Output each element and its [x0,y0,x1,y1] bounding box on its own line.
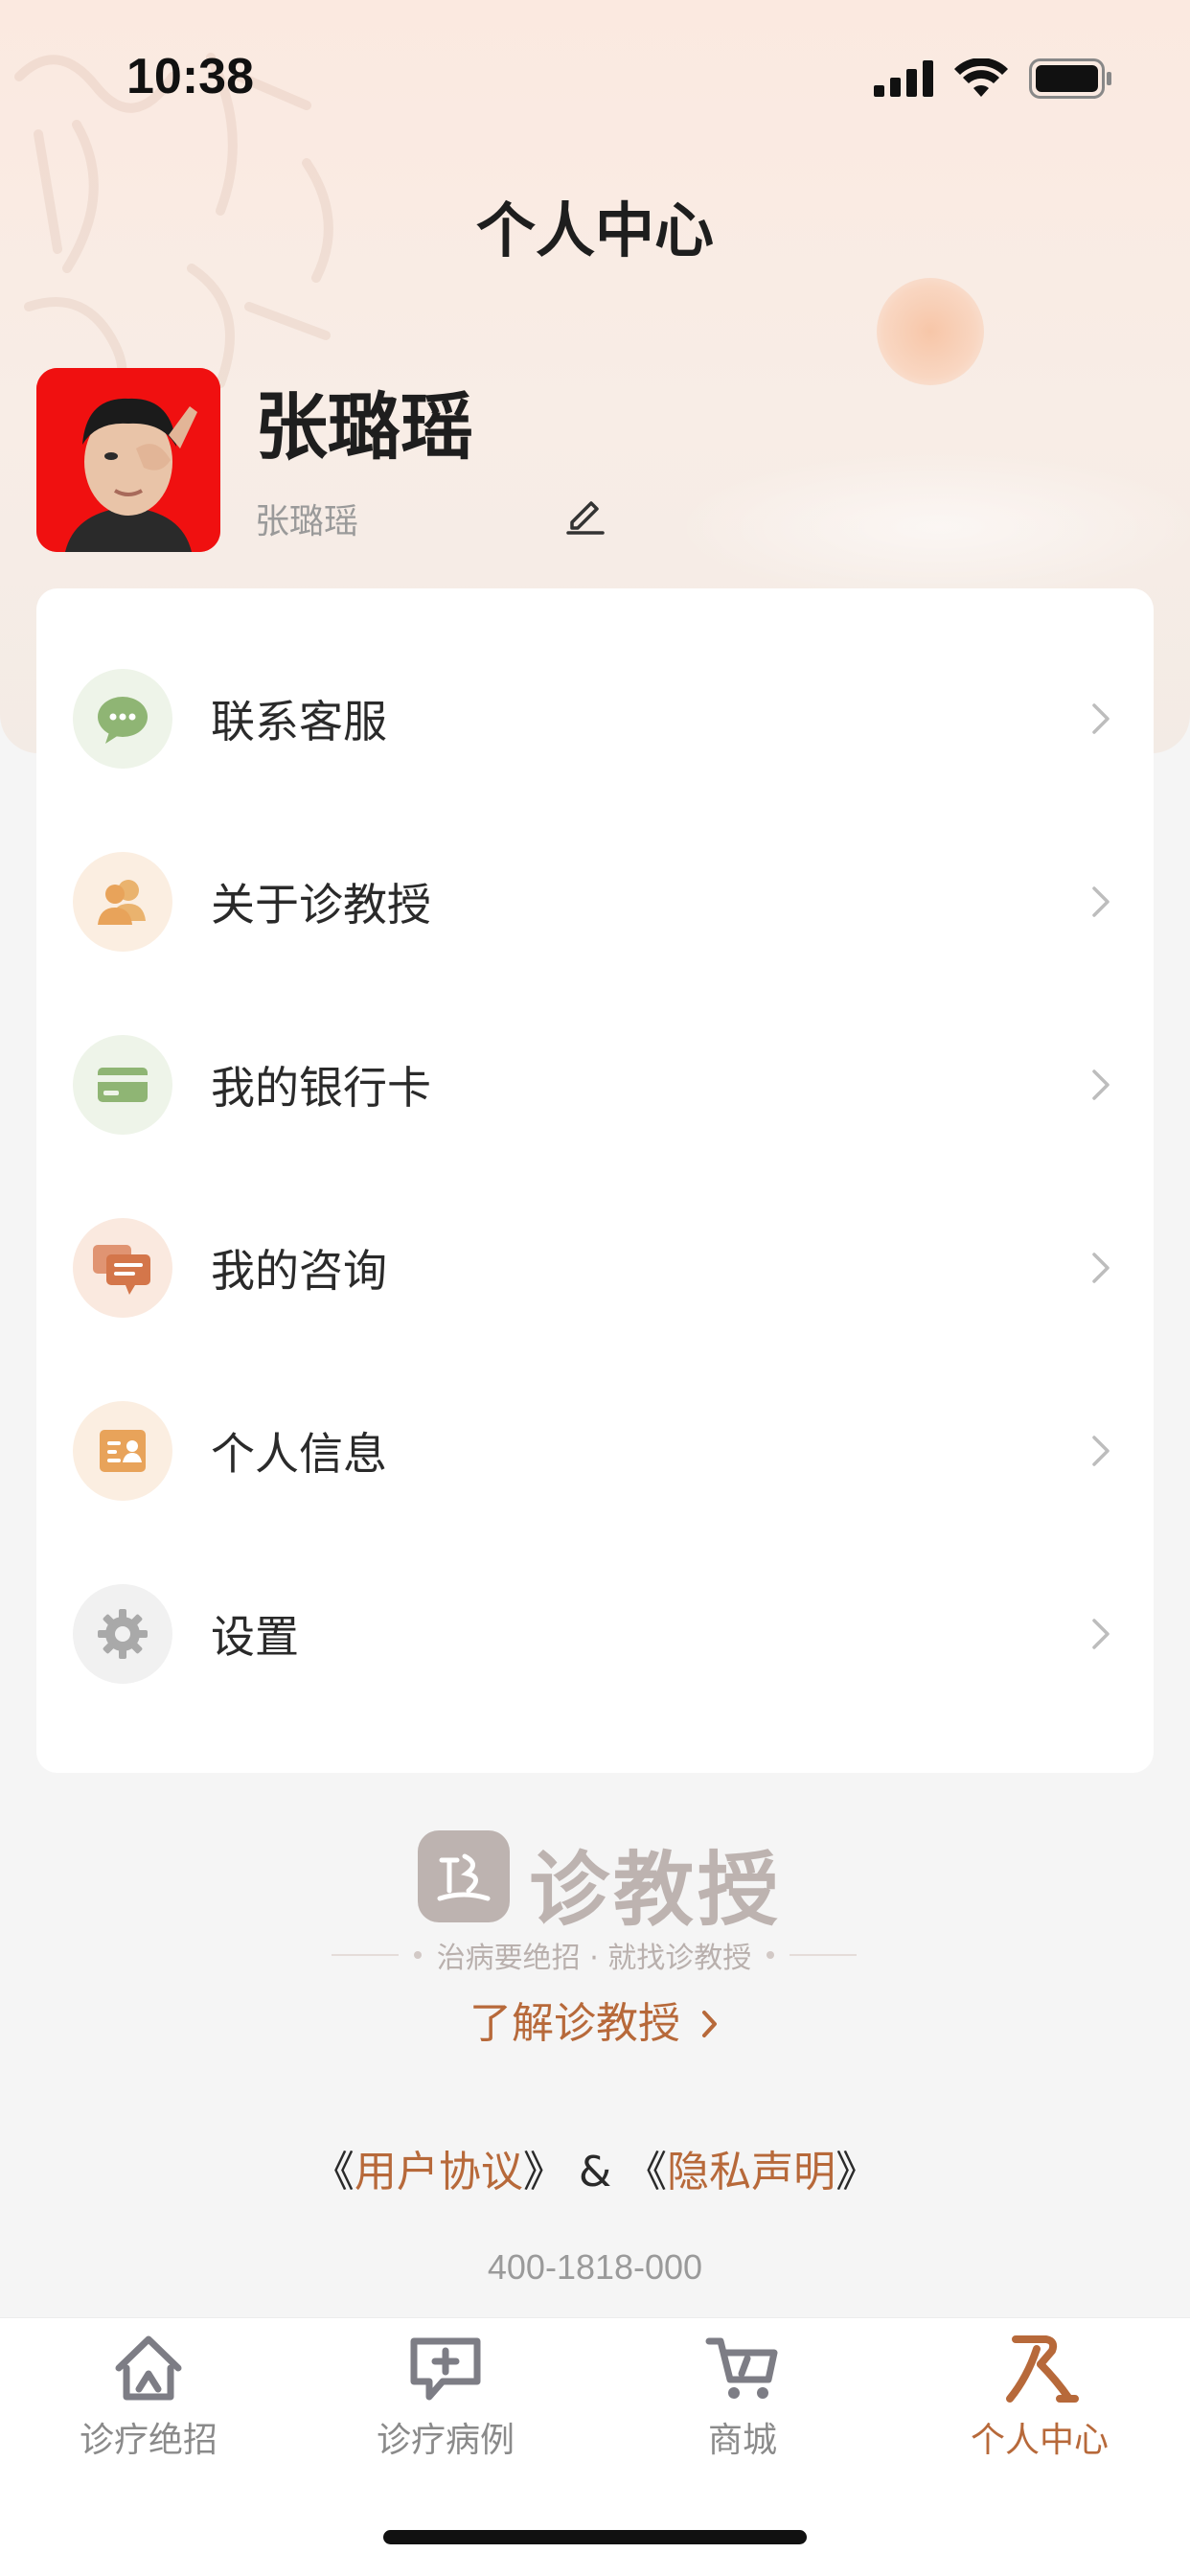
divider [331,1954,399,1956]
menu-label: 联系客服 [211,695,387,748]
wifi-icon [954,58,1008,97]
bank-card-icon [73,1034,172,1135]
tab-label: 个人中心 [970,2421,1109,2460]
tab-cases[interactable]: 诊疗病例 [297,2330,594,2483]
tab-profile[interactable]: 个人中心 [891,2330,1188,2483]
brand-logo-icon [418,1830,510,1922]
chevron-right-icon [1092,1252,1110,1283]
chevron-right-icon [702,2011,717,2037]
chevron-right-icon [1092,886,1110,917]
chevron-right-icon [1092,1435,1110,1466]
mist-decoration [671,450,1190,604]
avatar[interactable] [36,368,220,552]
tab-label: 商城 [707,2421,777,2460]
sun-decoration [877,278,984,385]
learn-more-link[interactable]: 了解诊教授 [0,1989,1190,2050]
contact-phone[interactable]: 400-1818-000 [0,2247,1190,2288]
signal-icon [874,60,933,97]
user-agreement-link[interactable]: 用户协议 [355,2148,523,2196]
tab-label: 诊疗病例 [376,2421,515,2460]
gear-icon [73,1583,172,1684]
person-icon [1006,2335,1079,2403]
learn-more-label: 了解诊教授 [469,1999,680,2048]
tab-label: 诊疗绝招 [79,2421,217,2460]
bracket: 》 [835,2148,879,2196]
bracket: 《 [625,2148,668,2196]
medical-case-icon [410,2337,481,2401]
slogan: 治病要绝招 · 就找诊教授 [436,1942,752,1975]
agreements: 《用户协议》 & 《隐私声明》 [0,2137,1190,2198]
chat-bubble-icon [73,668,172,769]
dot [767,1951,775,1959]
menu-item-settings[interactable]: 设置 [36,1542,1154,1725]
menu-label: 我的银行卡 [211,1061,431,1114]
brand-name: 诊教授 [529,1843,783,1937]
status-time: 10:38 [126,49,254,104]
battery-icon [1029,58,1111,99]
menu-item-consultation[interactable]: 我的咨询 [36,1176,1154,1359]
bracket: 《 [311,2148,355,2196]
divider [790,1954,858,1956]
menu-item-about[interactable]: 关于诊教授 [36,810,1154,993]
menu-label: 关于诊教授 [211,878,431,931]
slogan-row: 治病要绝招 · 就找诊教授 [326,1931,862,1979]
id-card-icon [73,1400,172,1501]
menu-item-customer-service[interactable]: 联系客服 [36,627,1154,810]
consultation-icon [73,1217,172,1318]
menu-card: 联系客服 关于诊教授 我的银行卡 我的咨询 个人信息 设置 [36,588,1154,1773]
chevron-right-icon [1092,702,1110,734]
menu-label: 我的咨询 [211,1244,387,1297]
menu-item-personal-info[interactable]: 个人信息 [36,1359,1154,1542]
home-icon [115,2335,182,2401]
dot [413,1951,422,1959]
status-icons [874,58,1113,100]
tab-diagnosis-tips[interactable]: 诊疗绝招 [0,2330,297,2483]
bracket: 》 [522,2148,565,2196]
menu-label: 设置 [211,1610,299,1663]
page-title: 个人中心 [475,196,714,265]
people-icon [73,851,172,952]
chevron-right-icon [1092,1069,1110,1100]
user-name: 张璐瑶 [255,384,473,470]
pencil-icon [566,501,605,535]
brand-section: 诊教授 治病要绝招 · 就找诊教授 了解诊教授 [0,1826,1190,2094]
home-indicator[interactable] [383,2530,807,2544]
menu-label: 个人信息 [211,1427,387,1480]
cart-icon [705,2337,778,2399]
status-bar: 10:38 [0,0,1190,153]
ampersand: & [564,2148,626,2196]
menu-item-bank-card[interactable]: 我的银行卡 [36,993,1154,1176]
user-nickname: 张璐瑶 [255,502,359,541]
edit-profile-button[interactable] [560,487,611,539]
chevron-right-icon [1092,1618,1110,1649]
tab-mall[interactable]: 商城 [594,2330,891,2483]
privacy-link[interactable]: 隐私声明 [667,2148,835,2196]
